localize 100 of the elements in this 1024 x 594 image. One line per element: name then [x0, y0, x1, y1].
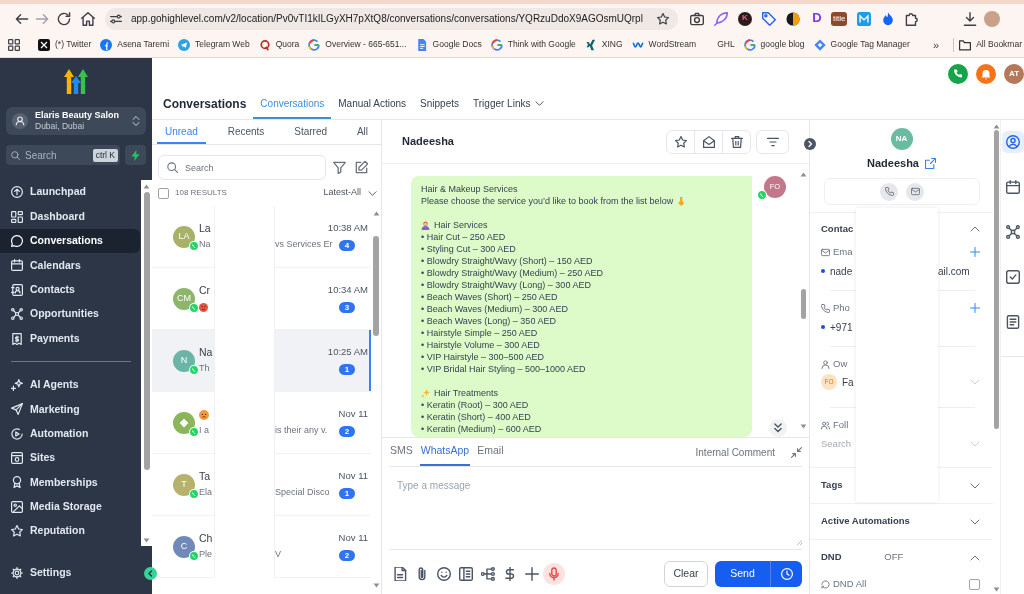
bookmark[interactable]: Telegram Web [178, 39, 250, 51]
back-arrow-icon[interactable] [15, 11, 29, 26]
tab[interactable]: Unread [157, 120, 206, 144]
search-field[interactable]: Search ctrl K [6, 145, 120, 165]
tab[interactable]: Recents [219, 120, 273, 144]
location-switcher[interactable]: Elaris Beauty Salon Dubai, Dubai [6, 107, 146, 135]
scrollbar-thumb[interactable] [373, 236, 379, 336]
nav-item[interactable]: Payments [0, 326, 140, 351]
bookmark[interactable]: Overview - 665-651... [308, 39, 407, 51]
section-header[interactable]: DND [821, 551, 842, 564]
bookmark[interactable]: Quora [258, 39, 300, 51]
email-button[interactable] [906, 182, 924, 201]
half-disc-icon[interactable] [786, 11, 800, 26]
nav-item[interactable]: Memberships [0, 470, 140, 495]
address-bar[interactable]: app.gohighlevel.com/v2/location/Pv0vTI1kILGyXH7pXtQ8/conversations/conversations/YQRzuDdoX9AGOsmUQrpl [105, 7, 678, 30]
document-icon[interactable] [393, 566, 407, 581]
rail-tab[interactable] [1001, 131, 1024, 153]
tab[interactable]: Snippets [413, 90, 467, 119]
clear-button[interactable]: Clear [664, 560, 708, 587]
square-logo-icon[interactable] [857, 11, 872, 26]
chevron-up-icon[interactable] [970, 224, 980, 234]
scrollbar-thumb[interactable] [994, 130, 999, 429]
collapse-icon[interactable] [791, 446, 802, 458]
extension-button[interactable]: D [810, 11, 824, 26]
scroll-down-icon[interactable] [993, 587, 1000, 592]
site-settings-icon[interactable] [110, 12, 122, 25]
bookmark[interactable]: All Bookmar [959, 39, 1022, 51]
bookmark[interactable]: Asena Taremi [100, 39, 170, 51]
checkbox[interactable] [158, 187, 169, 199]
microphone-icon[interactable] [543, 562, 565, 585]
compose-icon[interactable] [355, 161, 368, 174]
quick-actions-button[interactable] [125, 145, 146, 165]
nav-item[interactable]: AI Agents [0, 372, 140, 398]
bookmark[interactable]: Google Tag Manager [813, 39, 910, 51]
conversation-item[interactable]: I a Nov 11 is their any v. 2 [152, 392, 371, 454]
tab[interactable]: Manual Actions [331, 90, 414, 119]
arrows-logo-icon[interactable] [64, 67, 88, 94]
user-avatar[interactable]: AT [1004, 64, 1024, 84]
nav-item[interactable]: Marketing [0, 397, 140, 422]
bookmark-star-icon[interactable] [657, 12, 669, 25]
scroll-up-icon[interactable] [372, 211, 380, 216]
reload-icon[interactable] [57, 11, 71, 26]
scroll-up-icon[interactable] [143, 184, 150, 189]
bookmark[interactable]: WordStream [631, 39, 697, 51]
search-input[interactable]: Search [25, 147, 88, 163]
nav-item[interactable]: Settings [0, 561, 140, 586]
scroll-to-bottom-icon[interactable] [769, 419, 787, 437]
tab[interactable]: All [348, 120, 376, 144]
tag-icon[interactable] [762, 11, 776, 26]
camera-icon[interactable] [690, 11, 704, 26]
bookmark[interactable]: GHL [717, 39, 735, 51]
nav-item[interactable]: Automation [0, 421, 140, 446]
scroll-up-icon[interactable] [993, 124, 1000, 129]
scrollbar-thumb[interactable] [143, 192, 150, 470]
scroll-down-icon[interactable] [372, 583, 380, 588]
nav-item[interactable]: Opportunities [0, 301, 140, 327]
section-header[interactable]: Tags [821, 479, 843, 492]
channel-tab[interactable]: Email [476, 438, 505, 466]
scroll-down-icon[interactable] [143, 538, 150, 543]
plus-icon[interactable] [970, 303, 980, 313]
conversation-item[interactable]: T Ta Ela Nov 11 Special Disco 1 [152, 454, 371, 516]
scroll-down-icon[interactable] [799, 424, 807, 429]
filter-icon[interactable] [333, 161, 346, 174]
dollar-icon[interactable] [503, 566, 517, 581]
flame-icon[interactable] [881, 11, 896, 26]
nav-item[interactable]: Conversations [0, 228, 140, 254]
tab[interactable]: Trigger Links [466, 90, 552, 119]
bookmark[interactable]: google blog [743, 39, 805, 51]
scrollbar-thumb[interactable] [800, 289, 806, 319]
conversation-item[interactable]: CM Cr 10:34 AM 3 [152, 268, 371, 330]
home-icon[interactable] [81, 11, 95, 26]
delete-button[interactable] [722, 129, 751, 154]
nav-item[interactable]: Contacts [0, 277, 140, 302]
nav-item[interactable]: Calendars [0, 253, 140, 278]
star-button[interactable] [666, 129, 695, 154]
send-button[interactable]: Send [715, 560, 770, 587]
nav-item[interactable]: Sites [0, 445, 140, 471]
section-header[interactable]: Contac [821, 222, 854, 236]
conversation-item[interactable]: C Ch Ple Nov 11 V 2 [152, 516, 371, 578]
conversation-item[interactable]: LA La Na 10:38 AM vs Services Er 4 [152, 206, 371, 268]
nav-item[interactable]: Launchpad [0, 180, 140, 205]
bookmark[interactable]: XING [584, 39, 623, 51]
schedule-button[interactable] [770, 560, 802, 587]
conversation-item[interactable]: N Na Th 10:25 AM 1 [152, 330, 371, 392]
extension-button[interactable]: title [831, 11, 848, 26]
chevron-circle-icon[interactable] [804, 138, 816, 150]
download-icon[interactable] [963, 11, 978, 26]
resize-grip-icon[interactable] [794, 537, 802, 545]
sort-dropdown[interactable]: Latest-All [323, 187, 377, 199]
bell-icon[interactable] [976, 64, 996, 84]
bookmark[interactable]: Google Docs [415, 39, 482, 51]
more-bookmarks-button[interactable]: » [933, 37, 940, 53]
call-button[interactable] [880, 182, 898, 201]
external-link-icon[interactable] [925, 157, 936, 169]
nav-item[interactable]: Media Storage [0, 494, 140, 520]
bookmark[interactable]: (*) Twitter [38, 39, 92, 51]
puzzle-icon[interactable] [905, 11, 920, 26]
apps-grid-icon[interactable] [8, 39, 20, 51]
nav-item[interactable]: Reputation [0, 519, 140, 544]
workflow-icon[interactable] [481, 566, 495, 581]
